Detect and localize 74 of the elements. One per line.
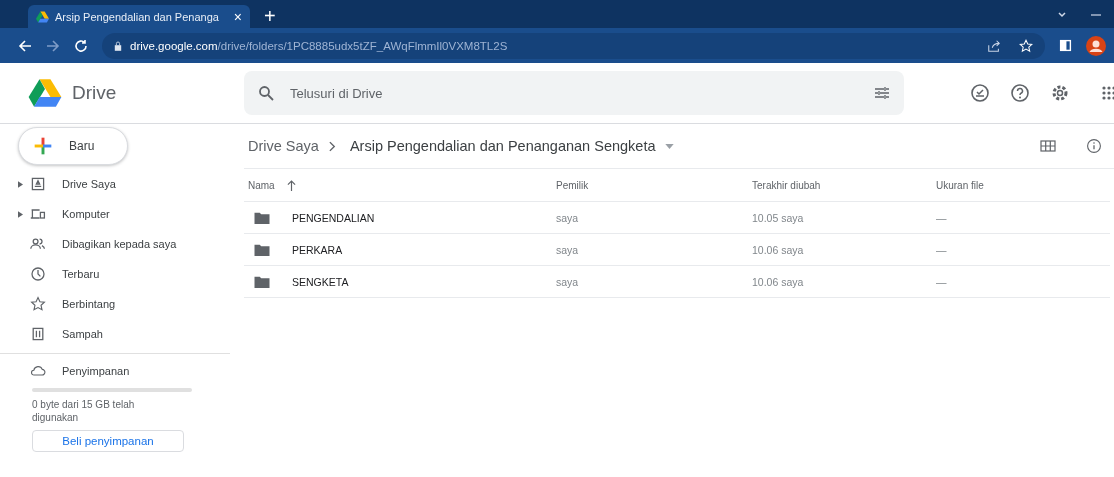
size-text: — [936,243,947,256]
buy-storage-button[interactable]: Beli penyimpanan [32,430,184,452]
computer-icon [30,206,46,222]
folder-icon [254,211,270,224]
breadcrumb-link[interactable]: Arsip Pengendalian dan Penanganan Sengketa [345,138,656,154]
drive-logo-icon [36,10,49,23]
forward-icon[interactable] [46,38,60,53]
folder-name: PERKARA [292,243,343,256]
column-header[interactable]: Nama [248,179,275,191]
sort-up-arrow-icon[interactable] [286,179,296,191]
owner-text: saya [556,243,579,256]
sidebar-item[interactable]: Komputer [0,199,240,229]
sidebar-icon[interactable] [1059,39,1072,52]
search-input[interactable]: Telusuri di Drive [288,84,860,102]
share-icon[interactable] [987,38,1001,53]
filter-icon[interactable] [874,85,890,101]
caret-icon[interactable] [18,180,23,188]
drive-icon [30,176,46,192]
people-icon [30,236,46,252]
check-circle-icon[interactable] [970,83,990,103]
breadcrumb-link[interactable]: Drive Saya [244,138,319,154]
avatar-icon[interactable] [1086,35,1106,56]
dropdown-icon[interactable] [665,143,675,149]
star-icon[interactable] [1019,38,1033,53]
browser-tab[interactable]: Arsip Pengendalian dan Penanga × [28,5,250,28]
sidebar-item[interactable]: Berbintang [0,289,240,319]
app-name: Drive [72,82,117,104]
cloud-icon [30,363,46,379]
size-text: — [936,275,947,288]
address-bar[interactable]: drive.google.com/drive/folders/1PC8885udx5tZF_AWqFlmmIl0VXM8TL2S [102,32,1045,59]
star-icon [30,296,46,312]
caret-icon[interactable] [18,210,23,218]
reload-icon[interactable] [74,38,88,53]
tab-title: Arsip Pengendalian dan Penanga [55,10,220,23]
folder-icon [254,275,270,288]
back-icon[interactable] [18,38,32,53]
help-icon[interactable] [1010,83,1030,103]
settings-icon[interactable] [1050,83,1070,103]
chevron-down-icon[interactable] [1056,10,1068,20]
column-header[interactable]: Ukuran file [936,179,984,191]
folder-name: SENGKETA [292,275,349,288]
folder-row[interactable]: SENGKETA saya 10.06 saya — [244,266,1110,298]
lock-icon [114,40,122,51]
modified-text: 10.05 saya [752,211,804,224]
chevron-right-icon [328,140,336,152]
sidebar-item[interactable]: Drive Saya [0,169,240,199]
plus-icon [33,136,53,156]
storage-usage-text: 0 byte dari 15 GB telah digunakan [32,398,136,424]
folder-name: PENGENDALIAN [292,211,375,224]
storage-item[interactable]: Penyimpanan [0,358,240,384]
grid-view-icon[interactable] [1040,138,1056,154]
url-text: drive.google.com/drive/folders/1PC8885udx5tZF_AWqFlmmIl0VXM8TL2S [130,39,508,52]
modified-text: 10.06 saya [752,275,804,288]
owner-text: saya [556,275,579,288]
sidebar-item[interactable]: Terbaru [0,259,240,289]
column-header[interactable]: Pemilik [556,179,589,191]
column-header[interactable]: Terakhir diubah [752,179,821,191]
search-field[interactable]: Telusuri di Drive [244,71,904,115]
sidebar-item[interactable]: Sampah [0,319,240,349]
owner-text: saya [556,211,579,224]
trash-icon [30,326,46,342]
new-tab-button[interactable]: + [264,6,276,26]
size-text: — [936,211,947,224]
folder-row[interactable]: PENGENDALIAN saya 10.05 saya — [244,202,1110,234]
sidebar-item[interactable]: Dibagikan kepada saya [0,229,240,259]
new-button[interactable]: Baru [18,127,128,165]
close-icon[interactable]: × [233,8,242,25]
folder-icon [254,243,270,256]
clock-icon [30,266,46,282]
modified-text: 10.06 saya [752,243,804,256]
info-icon[interactable] [1086,138,1102,154]
folder-row[interactable]: PERKARA saya 10.06 saya — [244,234,1110,266]
drive-logo-icon [28,78,62,108]
search-icon [258,85,274,101]
